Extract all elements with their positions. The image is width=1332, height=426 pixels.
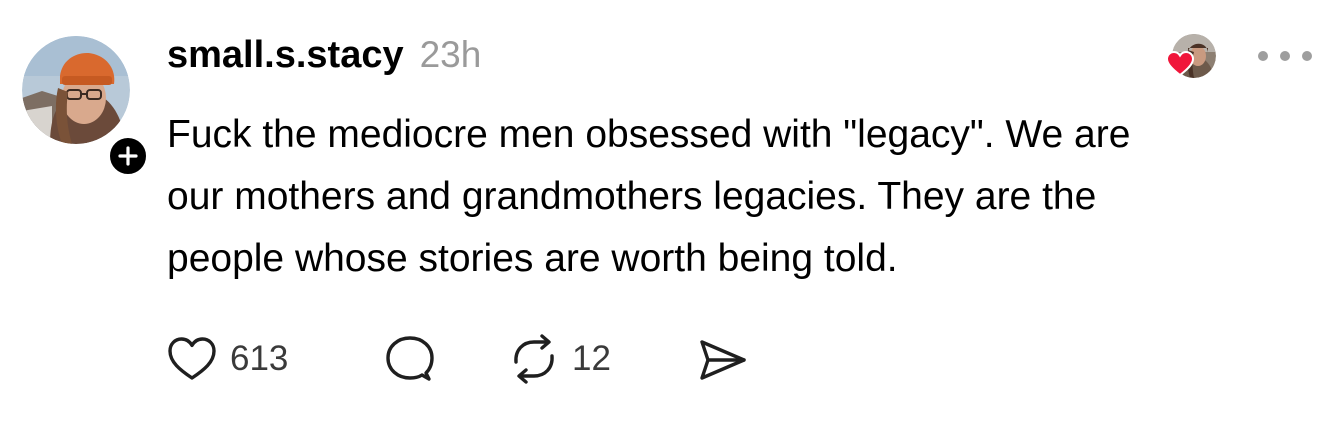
post-timestamp: 23h	[419, 34, 482, 75]
more-horizontal-icon	[1258, 51, 1268, 61]
heart-icon	[168, 337, 216, 380]
repost-icon	[514, 334, 554, 384]
more-options-button[interactable]	[1258, 44, 1312, 68]
repost-count: 12	[572, 339, 611, 378]
heart-icon	[1166, 51, 1194, 77]
share-button[interactable]	[692, 334, 752, 384]
share-icon	[700, 340, 746, 380]
more-dot	[1302, 51, 1312, 61]
liked-by-indicator[interactable]	[1166, 34, 1216, 80]
more-dot	[1280, 51, 1290, 61]
post-text: Fuck the mediocre men obsessed with "leg…	[167, 113, 1131, 280]
like-button[interactable]: 613	[164, 334, 382, 384]
post-header: small.s.stacy 23h	[167, 34, 481, 86]
author-avatar[interactable]	[22, 36, 130, 144]
like-count: 613	[230, 339, 289, 378]
repost-button[interactable]: 12	[506, 334, 692, 384]
plus-icon	[118, 146, 138, 166]
post-actions: 613 12	[164, 334, 752, 384]
author-avatar-container	[22, 36, 150, 178]
comment-icon	[386, 336, 434, 381]
reply-button[interactable]	[382, 334, 506, 384]
author-username[interactable]: small.s.stacy	[167, 34, 404, 77]
follow-button[interactable]	[106, 134, 150, 178]
thread-post: small.s.stacy 23h Fuck the mediocre men …	[0, 0, 1332, 426]
